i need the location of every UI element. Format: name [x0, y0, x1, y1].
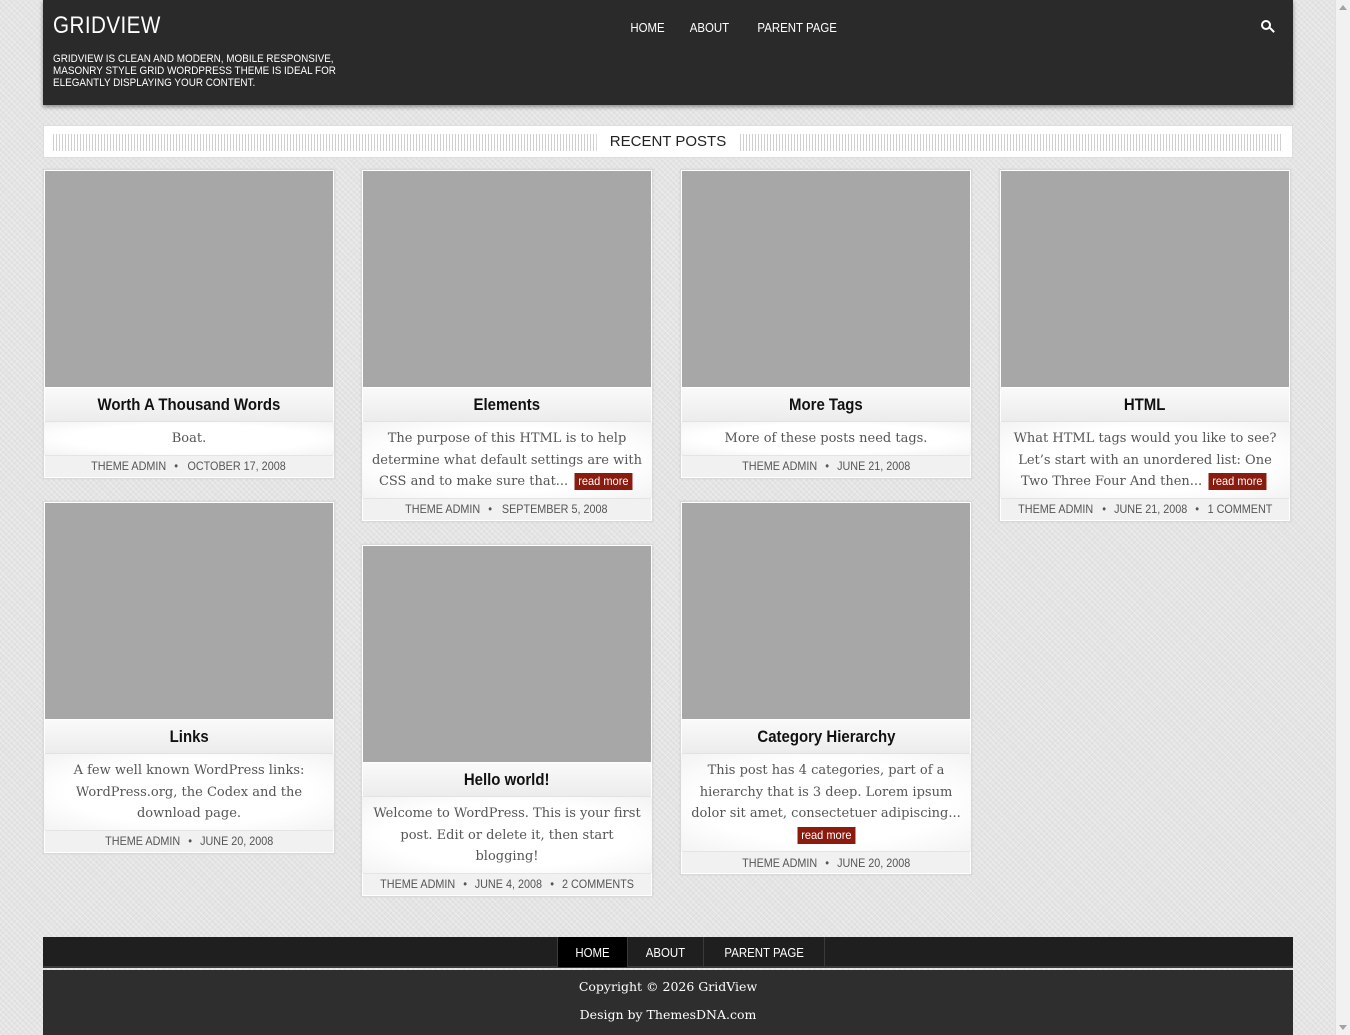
post-thumbnail[interactable] [682, 171, 970, 387]
post-title[interactable]: More Tags [682, 388, 970, 422]
post-meta: THEME ADMIN • JUNE 21, 2008 • 1 COMMENT [1001, 497, 1289, 520]
post-title[interactable]: Elements [363, 388, 651, 422]
post-card: Elements The purpose of this HTML is to … [361, 169, 653, 522]
post-date: JUNE 20, 2008 [837, 855, 911, 870]
meta-separator: • [1195, 502, 1200, 516]
site-header: GRIDVIEW GRIDVIEW IS CLEAN AND MODERN, M… [43, 0, 1293, 105]
post-title[interactable]: Links [45, 720, 333, 754]
post-author[interactable]: THEME ADMIN [91, 459, 166, 473]
post-excerpt: The purpose of this HTML is to help dete… [362, 422, 652, 498]
footer-nav: HOME ABOUT PARENT PAGE [43, 937, 1293, 968]
post-meta: THEME ADMIN • JUNE 20, 2008 [45, 829, 333, 852]
post-card: Hello world! Welcome to WordPress. This … [361, 544, 653, 897]
nav-item-home[interactable]: HOME [622, 18, 674, 38]
post-excerpt: This post has 4 categories, part of a hi… [681, 754, 971, 851]
post-excerpt: More of these posts need tags. [681, 422, 971, 455]
post-title[interactable]: Category Hierarchy [682, 720, 970, 754]
post-title[interactable]: Hello world! [363, 763, 651, 797]
post-date: JUNE 21, 2008 [1114, 502, 1188, 516]
post-excerpt: What HTML tags would you like to see? Le… [1000, 422, 1290, 498]
scroll-down-arrow-icon[interactable] [1339, 1025, 1347, 1030]
post-title[interactable]: Worth A Thousand Words [45, 388, 333, 422]
post-meta: THEME ADMIN • JUNE 20, 2008 [682, 851, 970, 873]
footer-menu: HOME ABOUT PARENT PAGE [557, 937, 826, 967]
recent-posts-header: RECENT POSTS [43, 125, 1293, 158]
post-thumbnail[interactable] [1001, 171, 1289, 387]
footer-nav-item-parent-page[interactable]: PARENT PAGE [702, 937, 826, 967]
post-thumbnail[interactable] [363, 171, 651, 387]
nav-item-about[interactable]: ABOUT [681, 18, 738, 38]
post-author[interactable]: THEME ADMIN [742, 856, 817, 870]
site-title[interactable]: GRIDVIEW [53, 12, 161, 40]
search-icon[interactable] [1261, 20, 1275, 34]
meta-separator: • [1101, 502, 1106, 516]
post-date: JUNE 4, 2008 [475, 877, 543, 891]
meta-separator: • [188, 834, 192, 848]
meta-separator: • [174, 459, 178, 473]
read-more-button[interactable]: read more [1208, 473, 1267, 490]
meta-separator: • [550, 877, 555, 891]
post-excerpt: Boat. [44, 422, 334, 455]
post-thumbnail[interactable] [682, 503, 970, 719]
post-comments-link[interactable]: 2 COMMENTS [562, 877, 634, 891]
meta-separator: • [825, 855, 829, 870]
meta-separator: • [825, 459, 829, 473]
post-meta: THEME ADMIN • JUNE 21, 2008 [682, 454, 970, 477]
post-card: Category Hierarchy This post has 4 categ… [680, 501, 972, 875]
post-thumbnail[interactable] [45, 171, 333, 387]
nav-item-parent-page[interactable]: PARENT PAGE [748, 18, 845, 38]
post-author[interactable]: THEME ADMIN [1019, 502, 1094, 516]
post-author[interactable]: THEME ADMIN [105, 834, 180, 848]
copyright-text: Copyright © 2026 GridView [578, 979, 758, 994]
site-footer: Copyright © 2026 GridView Design by Them… [43, 970, 1293, 1035]
post-thumbnail[interactable] [363, 546, 651, 762]
meta-separator: • [463, 877, 468, 891]
footer-nav-item-about[interactable]: ABOUT [627, 937, 703, 967]
design-credit[interactable]: Design by ThemesDNA.com [43, 1007, 1293, 1022]
page-scrollbar[interactable] [1335, 0, 1350, 1035]
post-thumbnail[interactable] [45, 503, 333, 719]
search-icon-handle [1269, 27, 1275, 33]
post-comments-link[interactable]: 1 COMMENT [1207, 502, 1272, 516]
post-author[interactable]: THEME ADMIN [380, 877, 455, 891]
post-card: More Tags More of these posts need tags.… [680, 169, 972, 479]
post-card: Worth A Thousand Words Boat. THEME ADMIN… [43, 169, 335, 479]
footer-nav-item-home[interactable]: HOME [557, 937, 627, 967]
read-more-button[interactable]: read more [797, 826, 855, 844]
post-title[interactable]: HTML [1001, 388, 1289, 422]
primary-nav: HOME ABOUT PARENT PAGE [618, 18, 852, 38]
post-meta: THEME ADMIN • SEPTEMBER 5, 2008 [363, 497, 651, 520]
post-author[interactable]: THEME ADMIN [405, 502, 480, 516]
post-card: Links A few well known WordPress links: … [43, 501, 335, 854]
post-card: HTML What HTML tags would you like to se… [999, 169, 1291, 522]
read-more-button[interactable]: read more [574, 473, 633, 490]
post-date: JUNE 21, 2008 [837, 459, 911, 473]
post-date: JUNE 20, 2008 [200, 834, 274, 848]
scroll-up-arrow-icon[interactable] [1339, 5, 1347, 10]
post-date: OCTOBER 17, 2008 [187, 459, 286, 473]
post-excerpt: A few well known WordPress links: WordPr… [44, 754, 334, 830]
post-author[interactable]: THEME ADMIN [742, 459, 817, 473]
post-date: SEPTEMBER 5, 2008 [501, 502, 608, 516]
post-excerpt: Welcome to WordPress. This is your first… [362, 797, 652, 873]
post-meta: THEME ADMIN • JUNE 4, 2008 • 2 COMMENTS [363, 872, 651, 895]
site-description: GRIDVIEW IS CLEAN AND MODERN, MOBILE RES… [53, 53, 336, 89]
recent-posts-title: RECENT POSTS [596, 130, 740, 154]
meta-separator: • [488, 502, 492, 516]
post-meta: THEME ADMIN • OCTOBER 17, 2008 [45, 454, 333, 477]
